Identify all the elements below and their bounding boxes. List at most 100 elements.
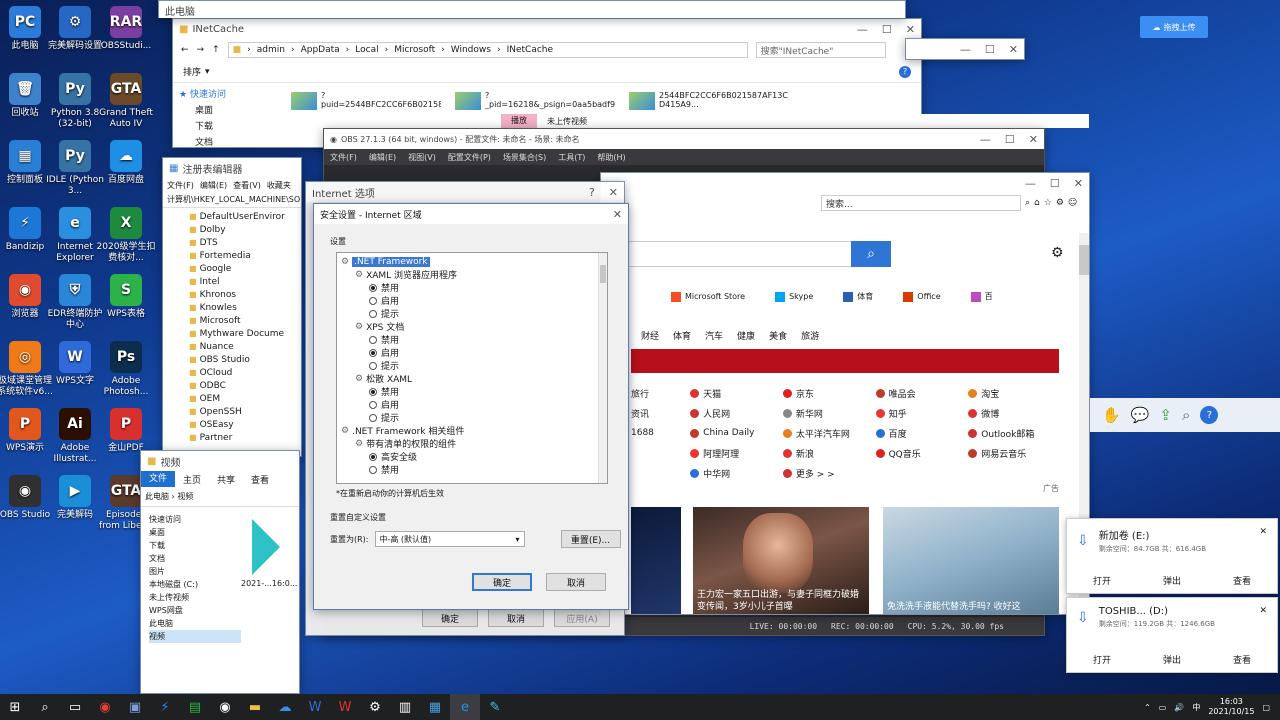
apply-button[interactable]: 应用(A): [554, 609, 610, 627]
cancel-button[interactable]: 取消: [488, 609, 544, 627]
site-link[interactable]: China Daily: [690, 423, 783, 443]
browser-search-input[interactable]: 搜索...: [821, 195, 1021, 211]
baidu-icon[interactable]: ☁: [270, 694, 300, 720]
site-link[interactable]: 唯品会: [875, 383, 969, 403]
radio-button[interactable]: [369, 413, 377, 422]
desktop-icon[interactable]: X 2020级学生扣费核对...: [95, 207, 157, 264]
site-link[interactable]: QQ音乐: [875, 443, 969, 463]
close-icon[interactable]: ✕: [1259, 606, 1267, 616]
site-link[interactable]: 新华网: [782, 403, 876, 423]
favorites-icon[interactable]: ☆: [1044, 198, 1052, 208]
radio-button[interactable]: [369, 309, 377, 318]
channel-link[interactable]: 汽车: [705, 329, 723, 342]
breadcrumb-item[interactable]: Microsoft: [394, 45, 435, 55]
ok-button[interactable]: 确定: [472, 573, 532, 591]
search-icon[interactable]: ⌕: [1025, 198, 1030, 208]
obs-menu-item[interactable]: 文件(F): [330, 152, 357, 163]
desktop-icon[interactable]: RAR OBSStudi...: [95, 6, 157, 52]
breadcrumb-item[interactable]: AppData: [301, 45, 340, 55]
setting-option[interactable]: 禁用: [339, 463, 607, 476]
chevron-up-icon[interactable]: ⌃: [1144, 703, 1151, 712]
breadcrumb-item[interactable]: admin: [257, 45, 285, 55]
obs-menu-item[interactable]: 场景集合(S): [503, 152, 546, 163]
site-link[interactable]: 淘宝: [968, 383, 1061, 403]
shortcut-item[interactable]: Office: [903, 291, 941, 302]
back-arrow-icon[interactable]: ←: [181, 45, 189, 55]
gear-icon[interactable]: ⚙: [1051, 245, 1064, 261]
setting-option[interactable]: 提示: [339, 307, 607, 320]
drive-action-button[interactable]: 查看: [1233, 574, 1251, 587]
search-icon[interactable]: ⌕: [30, 694, 60, 720]
registry-key[interactable]: ■ OSEasy: [189, 418, 301, 431]
nav-item-documents[interactable]: 文档: [179, 135, 277, 147]
address-bar[interactable]: ■ › admin › AppData › Local › Microsoft › Windows ›…: [227, 42, 748, 58]
channel-link[interactable]: 健康: [737, 329, 755, 342]
setting-option[interactable]: 提示: [339, 411, 607, 424]
wps-sheet-icon[interactable]: ▤: [180, 694, 210, 720]
setting-option[interactable]: 禁用: [339, 385, 607, 398]
setting-category[interactable]: ⚙ 松散 XAML: [339, 372, 607, 386]
channel-link[interactable]: 体育: [673, 329, 691, 342]
minimize-icon[interactable]: —: [980, 133, 991, 146]
site-link[interactable]: 1688: [631, 423, 690, 443]
home-icon[interactable]: ⌂: [1034, 198, 1040, 208]
obs-menu-item[interactable]: 工具(T): [558, 152, 585, 163]
shortcut-item[interactable]: Microsoft Store: [671, 291, 745, 302]
registry-key[interactable]: ■ Mythware Docume: [189, 327, 301, 340]
shortcut-item[interactable]: 百: [970, 291, 993, 302]
site-link[interactable]: 中华网: [690, 463, 783, 483]
setting-option[interactable]: 启用: [339, 398, 607, 411]
archive-icon[interactable]: ▥: [390, 694, 420, 720]
registry-key[interactable]: ■ Google: [189, 262, 301, 275]
site-link[interactable]: 旅行: [631, 383, 690, 403]
settings-icon[interactable]: ⚙: [1056, 198, 1064, 208]
radio-button[interactable]: [369, 296, 377, 305]
nav-item[interactable]: 图片: [149, 565, 241, 578]
nav-item[interactable]: 此电脑: [149, 617, 241, 630]
news-card[interactable]: [631, 507, 681, 614]
nav-item[interactable]: 视频: [149, 630, 241, 643]
nav-item-downloads[interactable]: 下载: [179, 119, 277, 135]
drive-action-button[interactable]: 打开: [1093, 653, 1111, 666]
clock[interactable]: 16:03 2021/10/15: [1208, 697, 1254, 717]
registry-key[interactable]: ■ Dolby: [189, 223, 301, 236]
tab-playing[interactable]: 播放: [501, 114, 537, 128]
network-icon[interactable]: ▭: [1159, 703, 1167, 712]
news-card[interactable]: 王力宏一家五口出游，与妻子同框力破婚变传闻，3岁小儿子首曝: [693, 507, 869, 614]
radio-button[interactable]: [369, 387, 377, 396]
maximize-icon[interactable]: ☐: [882, 23, 892, 36]
regedit-menu-item[interactable]: 文件(F): [167, 180, 194, 191]
help-icon[interactable]: ?: [589, 186, 595, 199]
registry-key[interactable]: ■ Knowles: [189, 301, 301, 314]
minimize-icon[interactable]: —: [857, 23, 868, 36]
radio-button[interactable]: [369, 348, 377, 357]
file-item[interactable]: ?puid=2544BFC2CC6F6B021587AF13C: [291, 91, 441, 111]
desktop-icon[interactable]: Ps Adobe Photosh...: [95, 341, 157, 398]
drive-action-button[interactable]: 查看: [1233, 653, 1251, 666]
obs-menu-item[interactable]: 视图(V): [408, 152, 436, 163]
site-link[interactable]: 更多 > >: [782, 463, 876, 483]
obs-icon[interactable]: ◉: [210, 694, 240, 720]
setting-category[interactable]: ⚙ .NET Framework 相关组件: [339, 424, 607, 438]
file-item[interactable]: 2544BFC2CC6F6B021587AF13C D415A9...: [629, 91, 789, 111]
site-link[interactable]: 天猫: [690, 383, 783, 403]
registry-key[interactable]: ■ DTS: [189, 236, 301, 249]
sort-label[interactable]: 排序: [183, 65, 201, 78]
regedit-menu-item[interactable]: 收藏夹: [267, 180, 291, 191]
site-link[interactable]: Outlook邮箱: [968, 423, 1061, 443]
obs-menu-item[interactable]: 配置文件(P): [448, 152, 491, 163]
reset-level-select[interactable]: 中-高 (默认值) ▾: [374, 531, 525, 547]
site-link[interactable]: 京东: [782, 383, 876, 403]
settings-icon[interactable]: ⚙: [360, 694, 390, 720]
ribbon-tab[interactable]: 查看: [243, 473, 277, 486]
zoom-icon[interactable]: ⌕: [1182, 406, 1190, 424]
site-link[interactable]: 新浪: [782, 443, 876, 463]
site-link[interactable]: 人民网: [690, 403, 783, 423]
site-link[interactable]: 阿理阿理: [690, 443, 783, 463]
smiley-icon[interactable]: ☺: [1068, 198, 1077, 208]
channel-link[interactable]: 美食: [769, 329, 787, 342]
radio-button[interactable]: [369, 465, 377, 474]
wps-word-icon[interactable]: W: [300, 694, 330, 720]
scrollbar[interactable]: [598, 253, 607, 483]
regedit-menu-item[interactable]: 查看(V): [233, 180, 261, 191]
